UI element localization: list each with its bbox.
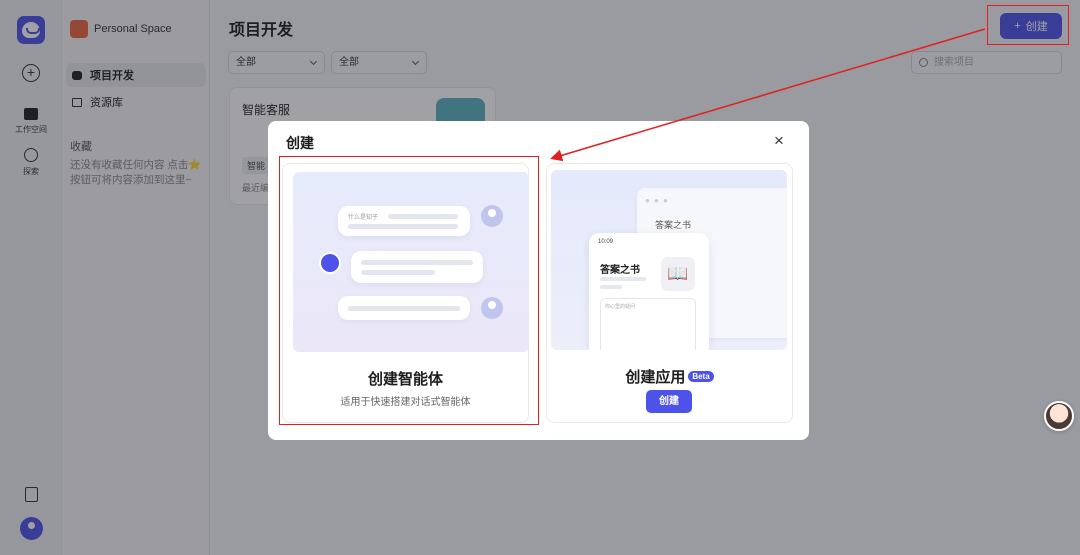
assistant-avatar[interactable] bbox=[1044, 401, 1074, 431]
annotation-arrow bbox=[550, 28, 986, 162]
